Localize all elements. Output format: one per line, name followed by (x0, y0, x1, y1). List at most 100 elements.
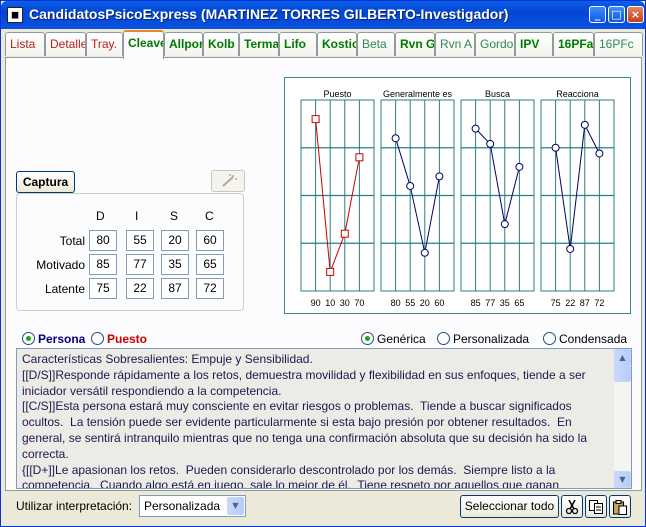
data-point (500, 220, 509, 229)
data-point (311, 115, 320, 124)
generica-label[interactable]: Genérica (377, 332, 426, 346)
row-label-total: Total (59, 234, 85, 248)
tab-strip: Lista Detalle Tray. Cleaver Allport Kolb… (5, 30, 645, 59)
scroll-thumb[interactable] (614, 366, 631, 382)
disc-charts: Puesto 90 10 30 70 Generalmente es 80 55 20 60 Bus… (300, 89, 615, 308)
data-point (406, 181, 415, 190)
tab-tray[interactable]: Tray. (86, 32, 123, 56)
tab-detalle[interactable]: Detalle (45, 32, 86, 56)
tab-16pfa[interactable]: 16PFa (553, 32, 594, 56)
paste-button[interactable] (609, 495, 631, 518)
condensada-radio[interactable] (543, 332, 556, 345)
vertical-scrollbar[interactable]: ▲ ▼ (614, 349, 631, 488)
series-line (555, 123, 600, 250)
tick-label: 80 (391, 298, 401, 308)
tick-label: 70 (354, 298, 364, 308)
data-point (435, 172, 444, 181)
tab-terman[interactable]: Terman (239, 32, 279, 56)
tick-label: 20 (420, 298, 430, 308)
generica-radio[interactable] (361, 332, 374, 345)
persona-radio[interactable] (22, 332, 35, 345)
tab-rvn-a[interactable]: Rvn A (435, 32, 475, 56)
tick-label: 72 (594, 298, 604, 308)
interp-select[interactable]: Personalizada ▼ (139, 495, 246, 517)
captura-button[interactable]: Captura (16, 171, 75, 193)
wand-button[interactable] (211, 170, 245, 192)
data-point (551, 143, 560, 152)
interpretation-textarea[interactable]: Características Sobresalientes: Empuje y… (16, 348, 632, 489)
chart-title: Reacciona (556, 89, 599, 99)
tab-cleaver[interactable]: Cleaver (123, 30, 164, 59)
tab-gordon[interactable]: Gordon (475, 32, 515, 56)
score-motivado-d[interactable]: 85 (89, 254, 117, 275)
data-point (420, 248, 429, 257)
tick-label: 35 (500, 298, 510, 308)
data-point (486, 139, 495, 148)
tab-allport[interactable]: Allport (164, 32, 203, 56)
interp-label: Utilizar interpretación: (16, 499, 133, 513)
tick-label: 75 (551, 298, 561, 308)
minimize-button[interactable]: _ (589, 6, 606, 23)
data-point (515, 162, 524, 171)
close-button[interactable]: × (627, 6, 644, 23)
tab-beta[interactable]: Beta (357, 32, 395, 56)
scroll-down-button[interactable]: ▼ (614, 471, 631, 488)
score-latente-c[interactable]: 72 (196, 278, 224, 299)
chevron-down-icon[interactable]: ▼ (227, 497, 244, 515)
col-header-s: S (170, 209, 179, 223)
personalizada-label[interactable]: Personalizada (453, 332, 529, 346)
clipboard-icon (613, 500, 627, 515)
disc-charts-panel: Puesto 90 10 30 70 Generalmente es 80 55 20 60 Bus… (284, 77, 631, 314)
puesto-radio[interactable] (91, 332, 104, 345)
col-header-i: I (135, 209, 139, 223)
select-all-button[interactable]: Seleccionar todo (460, 495, 559, 518)
tick-label: 87 (580, 298, 590, 308)
condensada-label[interactable]: Condensada (559, 332, 627, 346)
row-label-motivado: Motivado (36, 258, 85, 272)
score-motivado-c[interactable]: 65 (196, 254, 224, 275)
score-latente-d[interactable]: 75 (89, 278, 117, 299)
score-motivado-s[interactable]: 35 (161, 254, 189, 275)
maximize-button[interactable]: □ (608, 6, 625, 23)
score-latente-s[interactable]: 87 (161, 278, 189, 299)
tab-lista[interactable]: Lista (5, 32, 45, 56)
persona-label[interactable]: Persona (38, 332, 85, 346)
col-header-d: D (96, 209, 105, 223)
score-total-s[interactable]: 20 (161, 230, 189, 251)
tick-label: 30 (340, 298, 350, 308)
score-total-d[interactable]: 80 (89, 230, 117, 251)
interp-select-value: Personalizada (144, 499, 221, 513)
title-bar[interactable]: ■ CandidatosPsicoExpress (MARTINEZ TORRE… (1, 1, 645, 29)
tab-lifo[interactable]: Lifo (279, 32, 317, 56)
scroll-up-button[interactable]: ▲ (614, 349, 631, 366)
tab-kolb[interactable]: Kolb (203, 32, 239, 56)
window-title: CandidatosPsicoExpress (MARTINEZ TORRES … (29, 6, 509, 22)
scissors-icon (565, 499, 579, 515)
personalizada-radio[interactable] (437, 332, 450, 345)
tick-label: 22 (565, 298, 575, 308)
tab-ipv[interactable]: IPV (515, 32, 553, 56)
data-point (391, 134, 400, 143)
tick-label: 90 (311, 298, 321, 308)
score-latente-i[interactable]: 22 (126, 278, 154, 299)
copy-button[interactable] (585, 495, 607, 518)
interpretation-text[interactable]: Características Sobresalientes: Empuje y… (22, 352, 612, 488)
tab-kostick[interactable]: Kostick (317, 32, 357, 56)
score-total-i[interactable]: 55 (126, 230, 154, 251)
chart-title: Busca (485, 89, 510, 99)
row-label-latente: Latente (44, 282, 85, 296)
tick-label: 10 (325, 298, 335, 308)
cut-button[interactable] (561, 495, 583, 518)
data-point (355, 153, 364, 162)
data-point (566, 244, 575, 253)
chart-title: Generalmente es (383, 89, 453, 99)
tab-rvn-g[interactable]: Rvn G (395, 32, 435, 56)
data-point (595, 149, 604, 158)
tick-label: 85 (471, 298, 481, 308)
score-total-c[interactable]: 60 (196, 230, 224, 251)
app-icon[interactable]: ■ (7, 7, 23, 23)
tab-16pfc[interactable]: 16PFc (594, 32, 643, 56)
puesto-label[interactable]: Puesto (107, 332, 147, 346)
score-motivado-i[interactable]: 77 (126, 254, 154, 275)
series-line (475, 128, 520, 225)
